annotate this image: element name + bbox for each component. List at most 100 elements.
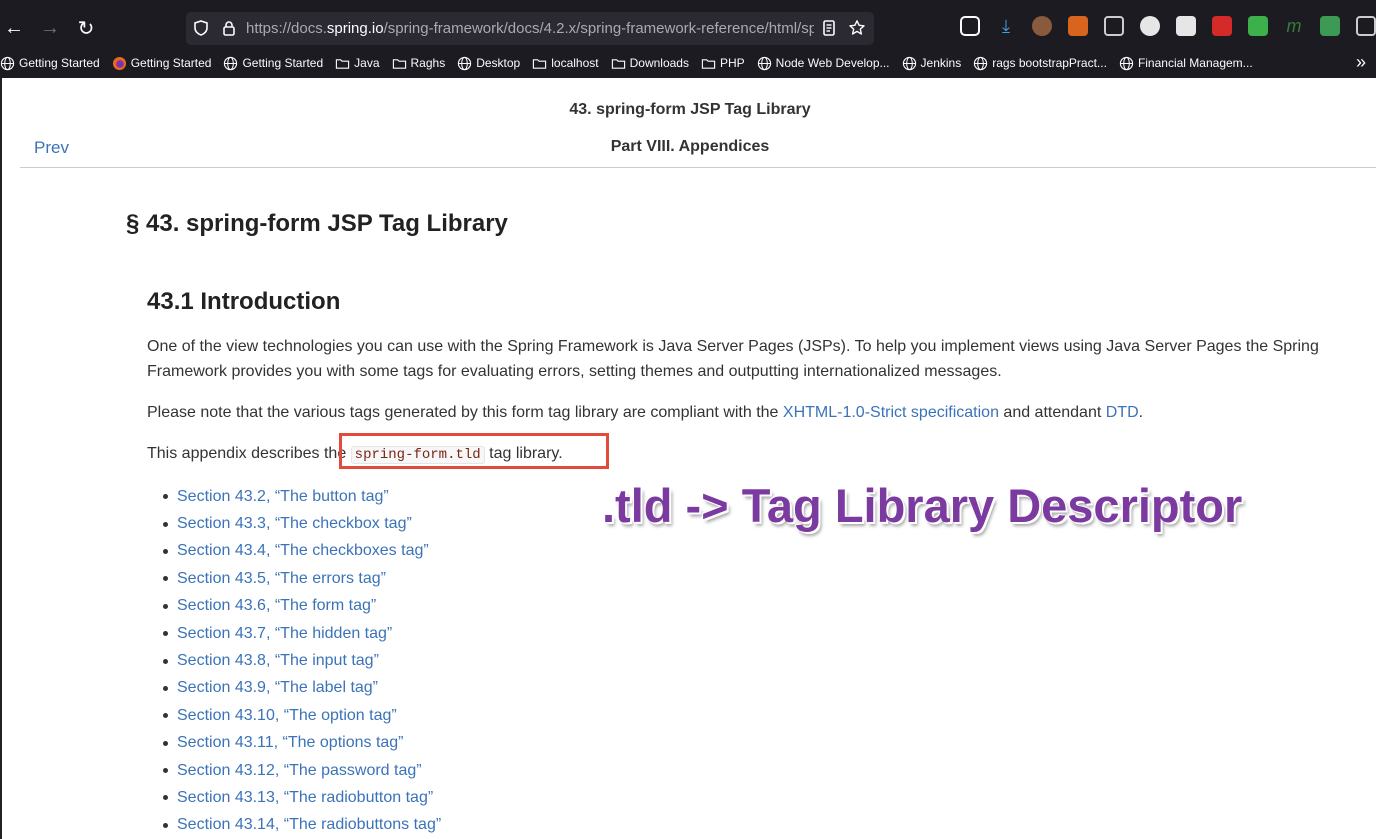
back-button[interactable]: ← [0,14,28,42]
bookmark-label: rags bootstrapPract... [992,56,1107,70]
section-link[interactable]: Section 43.12, “The password tag” [177,762,422,780]
list-item: Section 43.3, “The checkbox tag” [163,510,441,537]
extension-upload-icon[interactable] [1320,16,1340,36]
list-item: Section 43.2, “The button tag” [163,483,441,510]
extension-red-icon[interactable] [1212,16,1232,36]
extension-green-icon[interactable] [1248,16,1268,36]
bookmark-item[interactable]: Jenkins [902,56,961,71]
bookmark-item[interactable]: localhost [532,56,599,71]
bookmark-item[interactable]: Getting Started [112,56,211,71]
nav-divider [20,167,1376,168]
bullet-icon [163,768,168,774]
bullet-icon [163,576,168,582]
bookmark-label: localhost [551,56,599,70]
browser-toolbar: ← → ↻ https://docs.spring.io/spring-fram… [0,0,1376,78]
section-link[interactable]: Section 43.10, “The option tag” [177,707,397,725]
clipboard-icon[interactable] [1104,16,1124,36]
forward-button[interactable]: → [36,14,64,42]
list-item: Section 43.6, “The form tag” [163,593,441,620]
bookmark-label: Getting Started [242,56,324,70]
reader-view-icon[interactable] [820,19,838,37]
section-link[interactable]: Section 43.11, “The options tag” [177,734,404,752]
page-nav-title: 43. spring-form JSP Tag Library [569,101,811,118]
list-item: Section 43.14, “The radiobuttons tag” [163,812,441,839]
section-link[interactable]: Section 43.14, “The radiobuttons tag” [177,816,441,834]
xhtml-spec-link[interactable]: XHTML-1.0-Strict specification [783,404,999,421]
bookmark-label: Financial Managem... [1137,56,1253,70]
download-icon[interactable]: ⤓ [996,16,1016,36]
section-link[interactable]: Section 43.5, “The errors tag” [177,570,386,588]
section-link[interactable]: Section 43.4, “The checkboxes tag” [177,542,429,560]
bullet-icon [163,685,168,691]
globe-icon [902,56,916,70]
bookmark-label: Node Web Develop... [775,56,890,70]
bullet-icon [163,658,168,664]
bullet-icon [163,631,168,637]
bookmark-item[interactable]: Getting Started [0,56,100,71]
section-link[interactable]: Section 43.3, “The checkbox tag” [177,515,412,533]
address-bar[interactable]: https://docs.spring.io/spring-framework/… [186,12,874,45]
pocket-icon[interactable] [960,16,980,36]
bullet-icon [163,548,168,554]
bookmark-label: Getting Started [19,56,100,70]
chevron-right-icon[interactable]: » [1356,52,1366,73]
section-link[interactable]: Section 43.9, “The label tag” [177,679,378,697]
list-item: Section 43.11, “The options tag” [163,730,441,757]
section-list: Section 43.2, “The button tag” Section 43… [163,483,441,839]
reload-button[interactable]: ↻ [72,14,100,42]
folder-icon [392,58,406,69]
bookmark-item[interactable]: Desktop [457,56,520,71]
list-item: Section 43.5, “The errors tag” [163,565,441,592]
bookmark-item[interactable]: rags bootstrapPract... [973,56,1107,71]
section-link[interactable]: Section 43.2, “The button tag” [177,488,389,506]
section-link[interactable]: Section 43.7, “The hidden tag” [177,625,392,643]
list-item: Section 43.4, “The checkboxes tag” [163,538,441,565]
list-item: Section 43.9, “The label tag” [163,675,441,702]
bookmark-item[interactable]: PHP [701,56,745,71]
note-paragraph: Please note that the various tags genera… [147,404,1144,421]
book-icon[interactable] [1176,16,1196,36]
avatar[interactable] [1032,16,1052,36]
bookmark-item[interactable]: Getting Started [223,56,323,71]
globe-icon [1119,56,1134,70]
lock-icon[interactable] [220,19,238,37]
globe-icon [458,56,472,70]
extension-m-icon[interactable]: m [1284,16,1304,36]
bookmark-item[interactable]: Java [335,56,380,71]
chapter-title: § 43. spring-form JSP Tag Library [126,210,508,237]
extension-circle-icon[interactable] [1140,16,1160,36]
extension-gear-icon[interactable] [1068,16,1088,36]
list-item: Section 43.8, “The input tag” [163,647,441,674]
bullet-icon [163,740,168,746]
dtd-link[interactable]: DTD [1106,404,1139,421]
bookmarks-bar: Getting Started Getting Started Getting St… [0,52,1265,74]
section-link[interactable]: Section 43.6, “The form tag” [177,597,376,615]
bullet-icon [163,713,168,719]
bullet-icon [163,795,168,801]
part-title: Part VIII. Appendices [610,138,770,155]
bookmark-item[interactable]: Financial Managem... [1119,56,1253,71]
list-item: Section 43.10, “The option tag” [163,702,441,729]
globe-icon [224,56,238,70]
firefox-icon [112,56,126,70]
bookmark-item[interactable]: Node Web Develop... [757,56,890,71]
section-link[interactable]: Section 43.8, “The input tag” [177,652,379,670]
globe-icon [974,56,988,70]
extension-tool-icon[interactable] [1356,16,1376,36]
list-item: Section 43.13, “The radiobutton tag” [163,784,441,811]
bookmark-item[interactable]: Downloads [611,56,689,71]
page-content: 43. spring-form JSP Tag Library Prev Par… [0,78,1376,839]
globe-icon [0,56,15,70]
shield-icon[interactable] [192,19,210,37]
bookmark-star-icon[interactable] [848,19,866,37]
bookmark-label: Java [354,56,380,70]
section-link[interactable]: Section 43.13, “The radiobutton tag” [177,789,433,807]
list-item: Section 43.12, “The password tag” [163,757,441,784]
bullet-icon [163,822,168,828]
list-item: Section 43.7, “The hidden tag” [163,620,441,647]
bullet-icon [163,494,168,500]
bookmark-label: Desktop [476,56,521,70]
bookmark-item[interactable]: Raghs [392,56,446,71]
globe-icon [757,56,771,70]
bookmark-label: Raghs [410,56,446,70]
